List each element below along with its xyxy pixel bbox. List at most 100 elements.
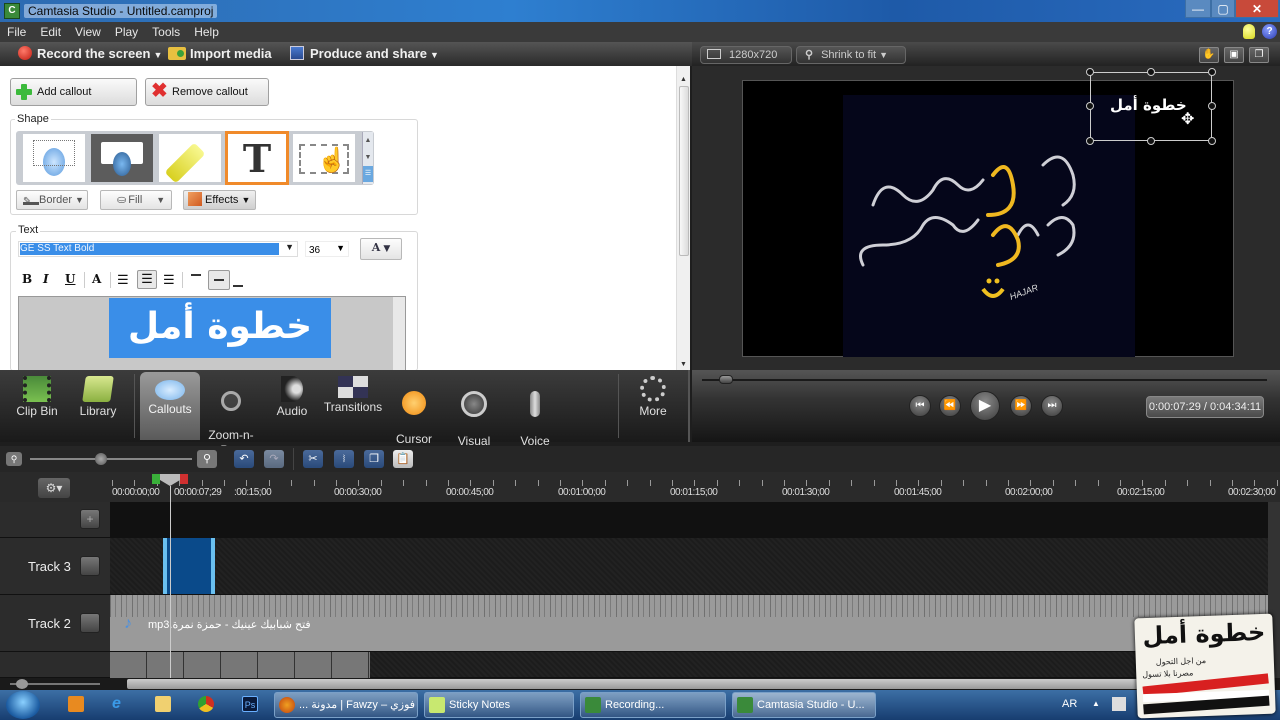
shape-callout-light[interactable] bbox=[23, 134, 85, 182]
timeline-hscroll-thumb[interactable] bbox=[127, 679, 1267, 689]
menu-help[interactable]: Help bbox=[187, 22, 226, 42]
editor-scrollbar[interactable] bbox=[393, 297, 405, 371]
font-select[interactable]: GE SS Text Bold ▼ bbox=[18, 241, 298, 257]
resize-handle[interactable] bbox=[1208, 68, 1216, 76]
skip-to-end-button[interactable]: ⏭ bbox=[1041, 395, 1063, 417]
tab-callouts[interactable]: Callouts bbox=[140, 372, 200, 440]
track-height-thumb[interactable] bbox=[16, 679, 28, 689]
tab-audio[interactable]: Audio bbox=[264, 372, 320, 440]
redo-icon[interactable]: ↷ bbox=[264, 450, 284, 468]
taskbar-recording[interactable]: Recording... bbox=[580, 692, 726, 718]
resize-handle[interactable] bbox=[1208, 102, 1216, 110]
timeline-zoom-slider[interactable] bbox=[30, 458, 192, 460]
tab-voice-narration[interactable]: Voice Narration bbox=[506, 372, 564, 463]
scroll-down-icon[interactable]: ▼ bbox=[680, 361, 687, 368]
resize-handle[interactable] bbox=[1086, 137, 1094, 145]
timeline-ruler[interactable]: ⚙▾ 00:00:00;00 00:00:07;29:00:15;00 00:00:… bbox=[0, 472, 1280, 502]
callout-text-editor[interactable]: خطوة أمل bbox=[18, 296, 406, 372]
effects-button[interactable]: Effects ▼ bbox=[183, 190, 256, 210]
timeline-zoom-thumb[interactable] bbox=[94, 453, 107, 465]
taskbar-sticky-notes[interactable]: Sticky Notes bbox=[424, 692, 574, 718]
timeline-settings-icon[interactable]: ⚙▾ bbox=[38, 478, 70, 498]
align-center-icon[interactable]: ☰ bbox=[137, 270, 157, 289]
import-media-button[interactable]: Import media bbox=[168, 46, 272, 62]
selection-start-marker[interactable] bbox=[152, 474, 160, 484]
record-screen-button[interactable]: Record the screen ▼ bbox=[18, 46, 162, 62]
zoom-select[interactable]: ⚲ Shrink to fit ▼ bbox=[796, 46, 906, 64]
chrome-icon[interactable] bbox=[198, 696, 214, 712]
menu-file[interactable]: File bbox=[0, 22, 33, 42]
valign-bottom-icon[interactable] bbox=[233, 285, 243, 287]
copy-icon[interactable]: ❐ bbox=[364, 450, 384, 468]
tab-transitions[interactable]: Transitions bbox=[320, 372, 386, 440]
tab-cursor-effects[interactable]: Cursor Effects bbox=[388, 372, 440, 461]
scroll-down-icon[interactable]: ▼ bbox=[363, 149, 373, 166]
tab-more[interactable]: More bbox=[624, 372, 682, 440]
panel-scrollbar[interactable]: ▲ ▼ bbox=[676, 66, 690, 370]
rewind-button[interactable]: ⏪ bbox=[939, 395, 961, 417]
scrub-track[interactable] bbox=[702, 379, 1267, 381]
show-hidden-icons[interactable]: ▲ bbox=[1092, 699, 1100, 708]
media-player-icon[interactable] bbox=[68, 696, 84, 712]
resize-handle[interactable] bbox=[1086, 68, 1094, 76]
photoshop-icon[interactable]: Ps bbox=[242, 696, 258, 712]
zoom-in-icon[interactable]: ⚲ bbox=[197, 450, 217, 468]
split-icon[interactable]: ⧘ bbox=[334, 450, 354, 468]
menu-edit[interactable]: Edit bbox=[33, 22, 68, 42]
lock-icon[interactable] bbox=[80, 613, 100, 633]
track-1-lane[interactable] bbox=[110, 652, 1268, 678]
taskbar-firefox[interactable]: ... مدونة | Fawzy – فوزي bbox=[274, 692, 418, 718]
scroll-up-icon[interactable]: ▲ bbox=[677, 76, 690, 83]
paste-icon[interactable]: 📋 bbox=[393, 450, 413, 468]
dimensions-button[interactable]: 1280x720 bbox=[700, 46, 792, 64]
maximize-button[interactable]: ▢ bbox=[1211, 0, 1235, 18]
track-3-lane[interactable] bbox=[110, 538, 1268, 595]
add-track-button[interactable]: + bbox=[80, 509, 100, 529]
produce-share-button[interactable]: Produce and share ▼ bbox=[290, 46, 439, 62]
tab-zoom-n-pan[interactable]: Zoom-n- Pan bbox=[202, 372, 260, 457]
cut-icon[interactable]: ✂ bbox=[303, 450, 323, 468]
tab-clip-bin[interactable]: Clip Bin bbox=[8, 372, 66, 440]
lightbulb-icon[interactable] bbox=[1243, 24, 1255, 39]
play-button[interactable]: ▶ bbox=[970, 391, 1000, 421]
undo-icon[interactable]: ↶ bbox=[234, 450, 254, 468]
remove-callout-button[interactable]: ✖ Remove callout bbox=[145, 78, 269, 106]
tab-visual-properties[interactable]: Visual Properties bbox=[444, 372, 504, 463]
explorer-icon[interactable] bbox=[155, 696, 171, 712]
align-left-icon[interactable]: ☰ bbox=[117, 272, 129, 288]
menu-play[interactable]: Play bbox=[108, 22, 145, 42]
skip-to-start-button[interactable]: ⏮ bbox=[909, 395, 931, 417]
fast-forward-button[interactable]: ⏩ bbox=[1010, 395, 1032, 417]
resize-handle[interactable] bbox=[1208, 137, 1216, 145]
language-indicator[interactable]: AR bbox=[1062, 698, 1077, 710]
border-button[interactable]: ✎ Border ▼ bbox=[16, 190, 88, 210]
scrub-thumb[interactable] bbox=[718, 375, 733, 384]
resize-handle[interactable] bbox=[1147, 68, 1155, 76]
track-2-lane[interactable]: ♪ فتح شبابيك عينيك - حمزة نمرة.mp3 bbox=[110, 595, 1268, 652]
underline-button[interactable]: U bbox=[65, 272, 75, 286]
shape-gallery-scrollbar[interactable]: ▲ ▼ ☰ bbox=[362, 132, 373, 184]
shape-highlight[interactable] bbox=[159, 134, 221, 184]
playhead-marker[interactable] bbox=[160, 474, 180, 486]
text-shadow-button[interactable]: A bbox=[92, 272, 101, 286]
hand-tool-icon[interactable]: ✋ bbox=[1199, 47, 1219, 63]
resize-handle[interactable] bbox=[1147, 137, 1155, 145]
lock-icon[interactable] bbox=[80, 556, 100, 576]
taskbar-camtasia[interactable]: Camtasia Studio - U... bbox=[732, 692, 876, 718]
shape-hotspot[interactable]: ☝ bbox=[293, 134, 355, 182]
help-icon[interactable]: ? bbox=[1262, 24, 1277, 39]
resize-handle[interactable] bbox=[1086, 102, 1094, 110]
selection-end-marker[interactable] bbox=[180, 474, 188, 484]
align-right-icon[interactable]: ☰ bbox=[163, 272, 175, 288]
start-button[interactable] bbox=[6, 691, 40, 719]
text-color-button[interactable]: A ▼ bbox=[360, 238, 402, 260]
valign-top-icon[interactable] bbox=[191, 274, 201, 276]
menu-tools[interactable]: Tools bbox=[145, 22, 187, 42]
callout-preview-text[interactable]: خطوة أمل bbox=[1110, 96, 1187, 114]
scroll-up-icon[interactable]: ▲ bbox=[363, 132, 373, 149]
bold-button[interactable]: B bbox=[22, 272, 32, 286]
expand-gallery-icon[interactable]: ☰ bbox=[363, 166, 373, 182]
shape-text[interactable]: T bbox=[225, 131, 289, 185]
valign-middle-icon[interactable] bbox=[208, 270, 230, 290]
internet-explorer-icon[interactable]: e bbox=[112, 696, 128, 712]
